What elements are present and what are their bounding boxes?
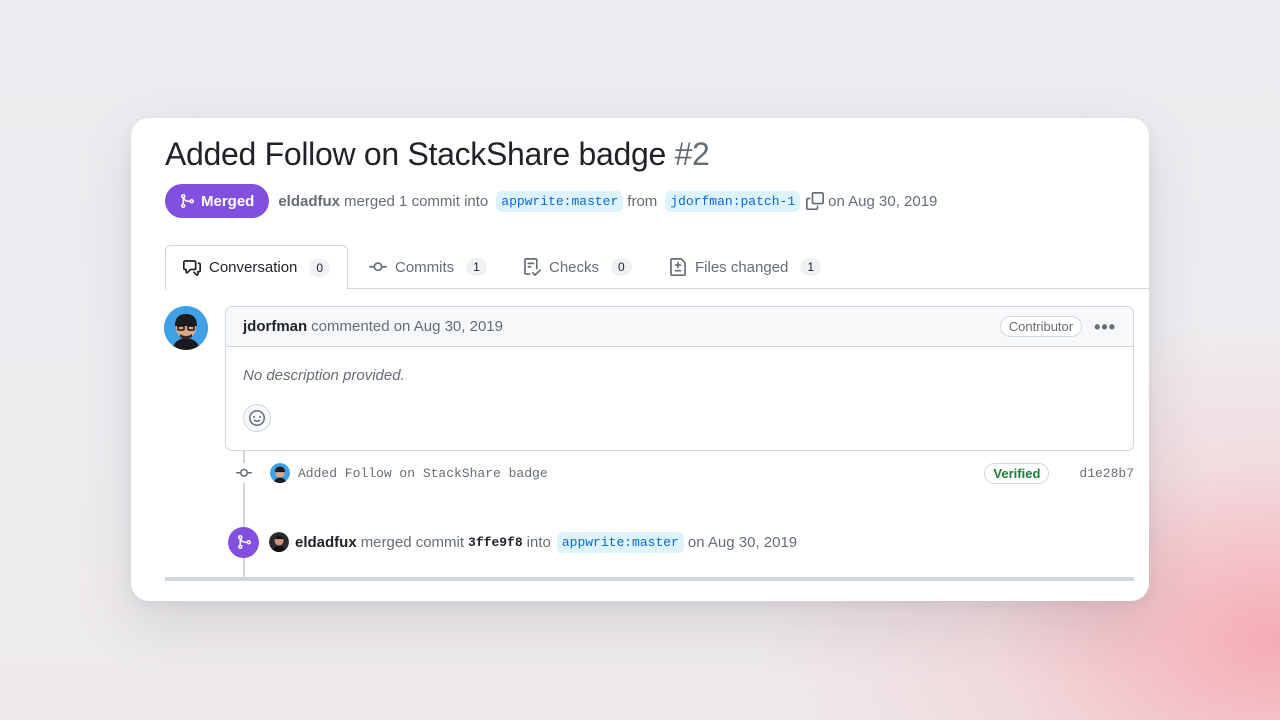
merged-by-user-link[interactable]: eldadfux bbox=[278, 193, 340, 210]
merge-branch-link[interactable]: appwrite:master bbox=[556, 531, 684, 553]
commit-sha-link[interactable]: d1e28b7 bbox=[1079, 466, 1134, 481]
commit-icon bbox=[369, 262, 387, 272]
tab-conversation-label: Conversation bbox=[209, 259, 298, 276]
pr-tabs: Conversation 0 Commits 1 Checks 0 Files … bbox=[165, 245, 1149, 290]
pull-request-card: Added Follow on StackShare badge #2 Merg… bbox=[131, 118, 1149, 601]
merge-into-text: into bbox=[526, 533, 551, 551]
commit-node bbox=[234, 463, 254, 483]
head-branch-link[interactable]: jdorfman:patch-1 bbox=[665, 190, 801, 212]
merge-event-row: eldadfux merged commit 3ffe9f8 into appw… bbox=[228, 526, 798, 558]
tab-files-changed-label: Files changed bbox=[695, 258, 789, 276]
from-text: from bbox=[627, 192, 658, 210]
tab-files-changed-count: 1 bbox=[800, 258, 822, 276]
git-merge-icon bbox=[237, 535, 251, 549]
pr-meta: Merged eldadfux merged 1 commit into app… bbox=[165, 184, 937, 218]
merge-event-date: on Aug 30, 2019 bbox=[687, 533, 798, 551]
commit-author-avatar[interactable] bbox=[270, 463, 290, 483]
commit-row: Added Follow on StackShare badge Verifie… bbox=[234, 458, 1134, 488]
merged-state-label: Merged bbox=[201, 192, 255, 210]
tab-checks-label: Checks bbox=[549, 258, 600, 276]
comment-action-text[interactable]: commented on Aug 30, 2019 bbox=[311, 318, 503, 335]
merge-commit-sha-link[interactable]: 3ffe9f8 bbox=[468, 535, 523, 550]
tab-files-changed[interactable]: Files changed 1 bbox=[669, 245, 822, 289]
tab-conversation-count: 0 bbox=[309, 258, 331, 277]
commit-icon bbox=[236, 468, 252, 477]
checklist-icon bbox=[524, 258, 541, 276]
tab-checks[interactable]: Checks 0 bbox=[523, 245, 632, 289]
commenter-avatar[interactable] bbox=[164, 306, 208, 350]
add-reaction-button[interactable] bbox=[243, 404, 271, 432]
merge-date: on Aug 30, 2019 bbox=[828, 192, 938, 210]
tab-checks-count: 0 bbox=[611, 258, 632, 276]
conversation-icon bbox=[183, 259, 201, 276]
merged-state-badge: Merged bbox=[165, 184, 270, 218]
smiley-icon bbox=[249, 410, 265, 426]
pr-title-text: Added Follow on StackShare badge bbox=[165, 136, 666, 172]
merged-text: merged 1 commit into bbox=[344, 192, 489, 210]
pr-number: #2 bbox=[674, 136, 710, 172]
tab-commits-label: Commits bbox=[395, 258, 455, 276]
tab-conversation[interactable]: Conversation 0 bbox=[165, 245, 349, 290]
git-merge-icon bbox=[181, 194, 195, 208]
comment-header: jdorfman commented on Aug 30, 2019 Contr… bbox=[226, 307, 1133, 347]
verified-badge[interactable]: Verified bbox=[984, 462, 1050, 484]
comment-author-link[interactable]: jdorfman bbox=[243, 318, 307, 335]
base-branch-link[interactable]: appwrite:master bbox=[496, 190, 624, 212]
file-diff-icon bbox=[670, 258, 686, 276]
kebab-menu-icon[interactable]: ••• bbox=[1094, 318, 1116, 336]
merger-avatar[interactable] bbox=[269, 532, 289, 552]
copy-icon[interactable] bbox=[806, 192, 825, 210]
contributor-badge: Contributor bbox=[999, 316, 1083, 337]
comment-body: No description provided. bbox=[243, 367, 405, 384]
tab-commits-count: 1 bbox=[466, 258, 487, 276]
merge-user-link[interactable]: eldadfux bbox=[295, 534, 357, 551]
commit-message-link[interactable]: Added Follow on StackShare badge bbox=[298, 466, 548, 481]
timeline-bottom-rule bbox=[165, 577, 1134, 581]
pr-title: Added Follow on StackShare badge #2 bbox=[165, 136, 710, 173]
merge-event-node bbox=[228, 526, 259, 558]
tab-commits[interactable]: Commits 1 bbox=[369, 245, 487, 289]
merge-action-text: merged commit bbox=[360, 533, 465, 551]
comment-box: jdorfman commented on Aug 30, 2019 Contr… bbox=[225, 306, 1134, 451]
